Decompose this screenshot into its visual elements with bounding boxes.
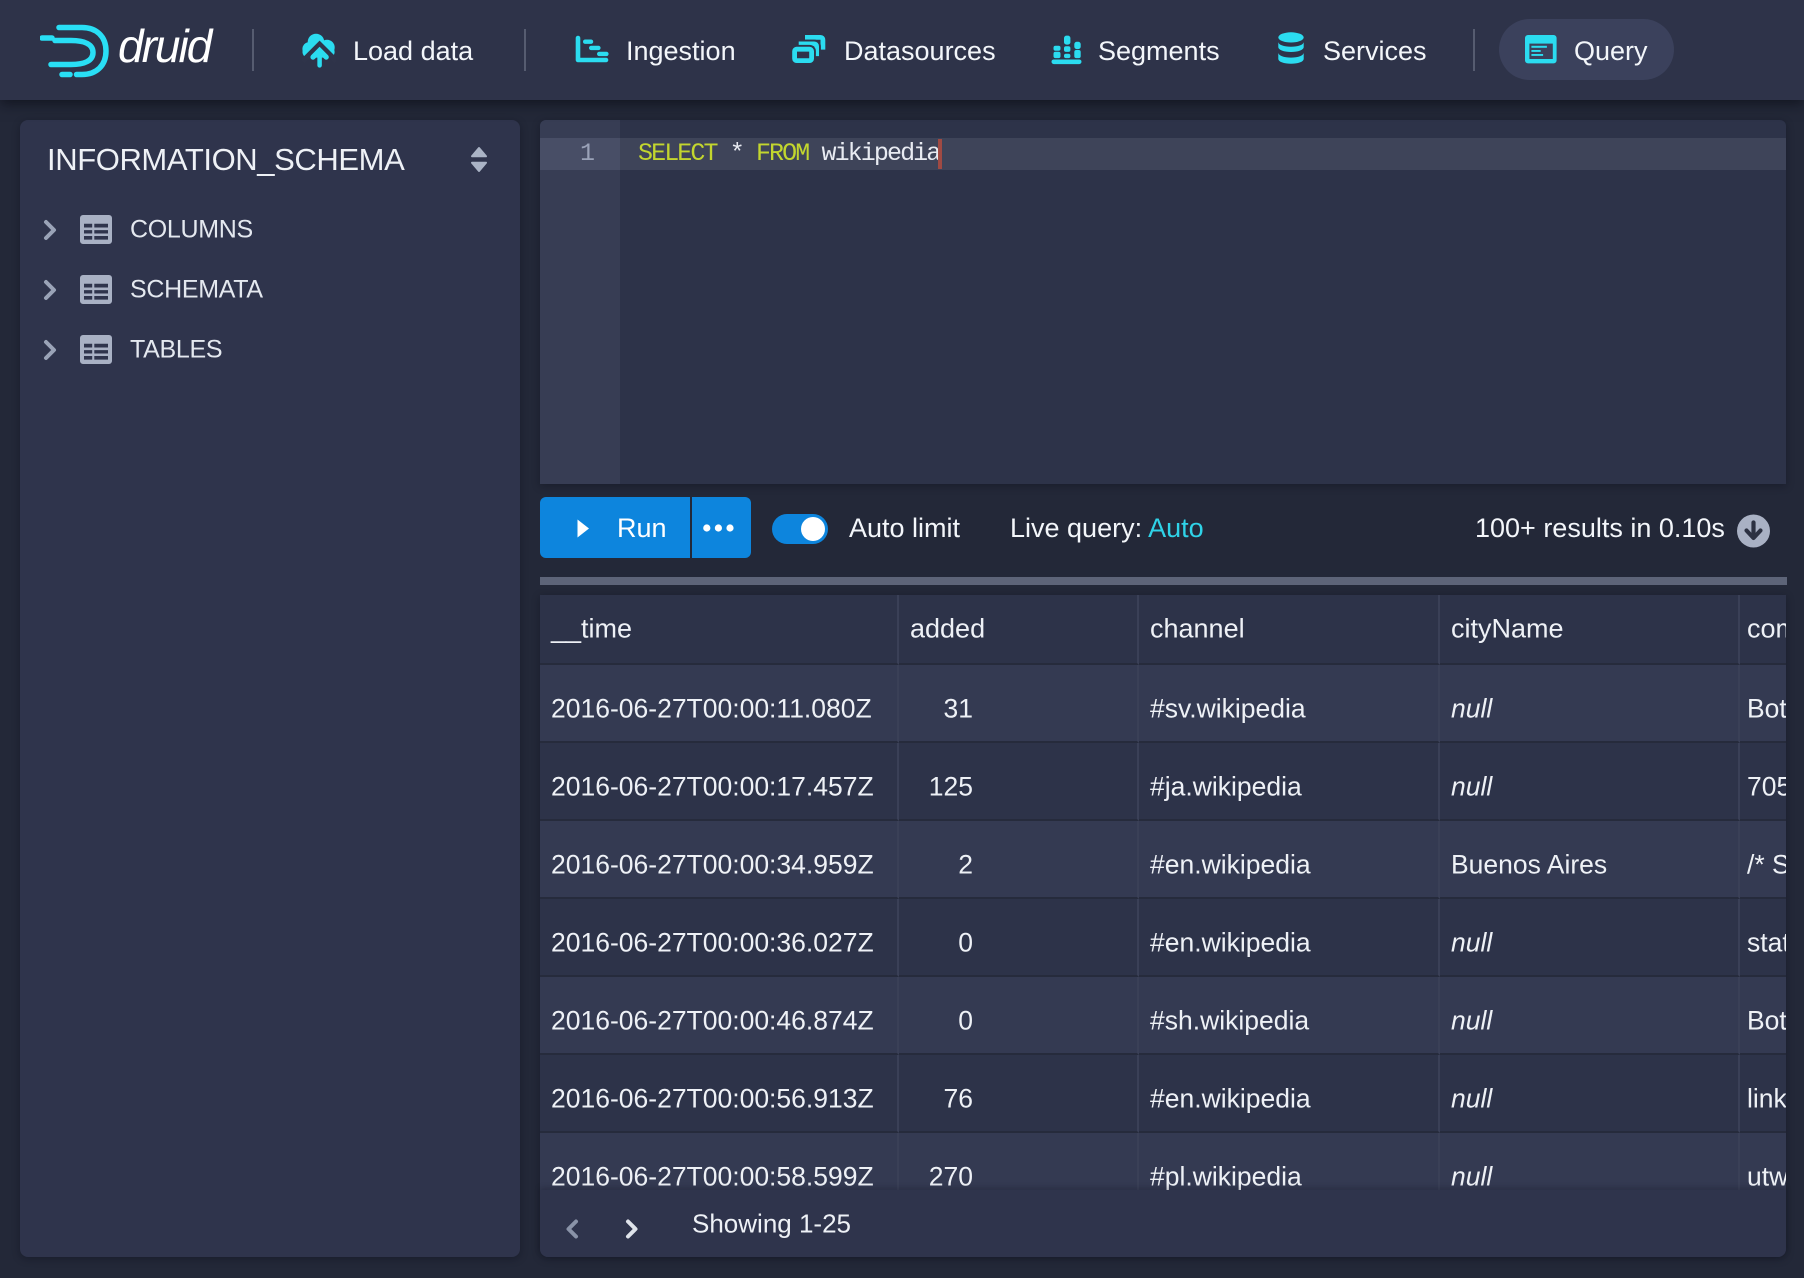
- svg-text:druid: druid: [118, 20, 214, 72]
